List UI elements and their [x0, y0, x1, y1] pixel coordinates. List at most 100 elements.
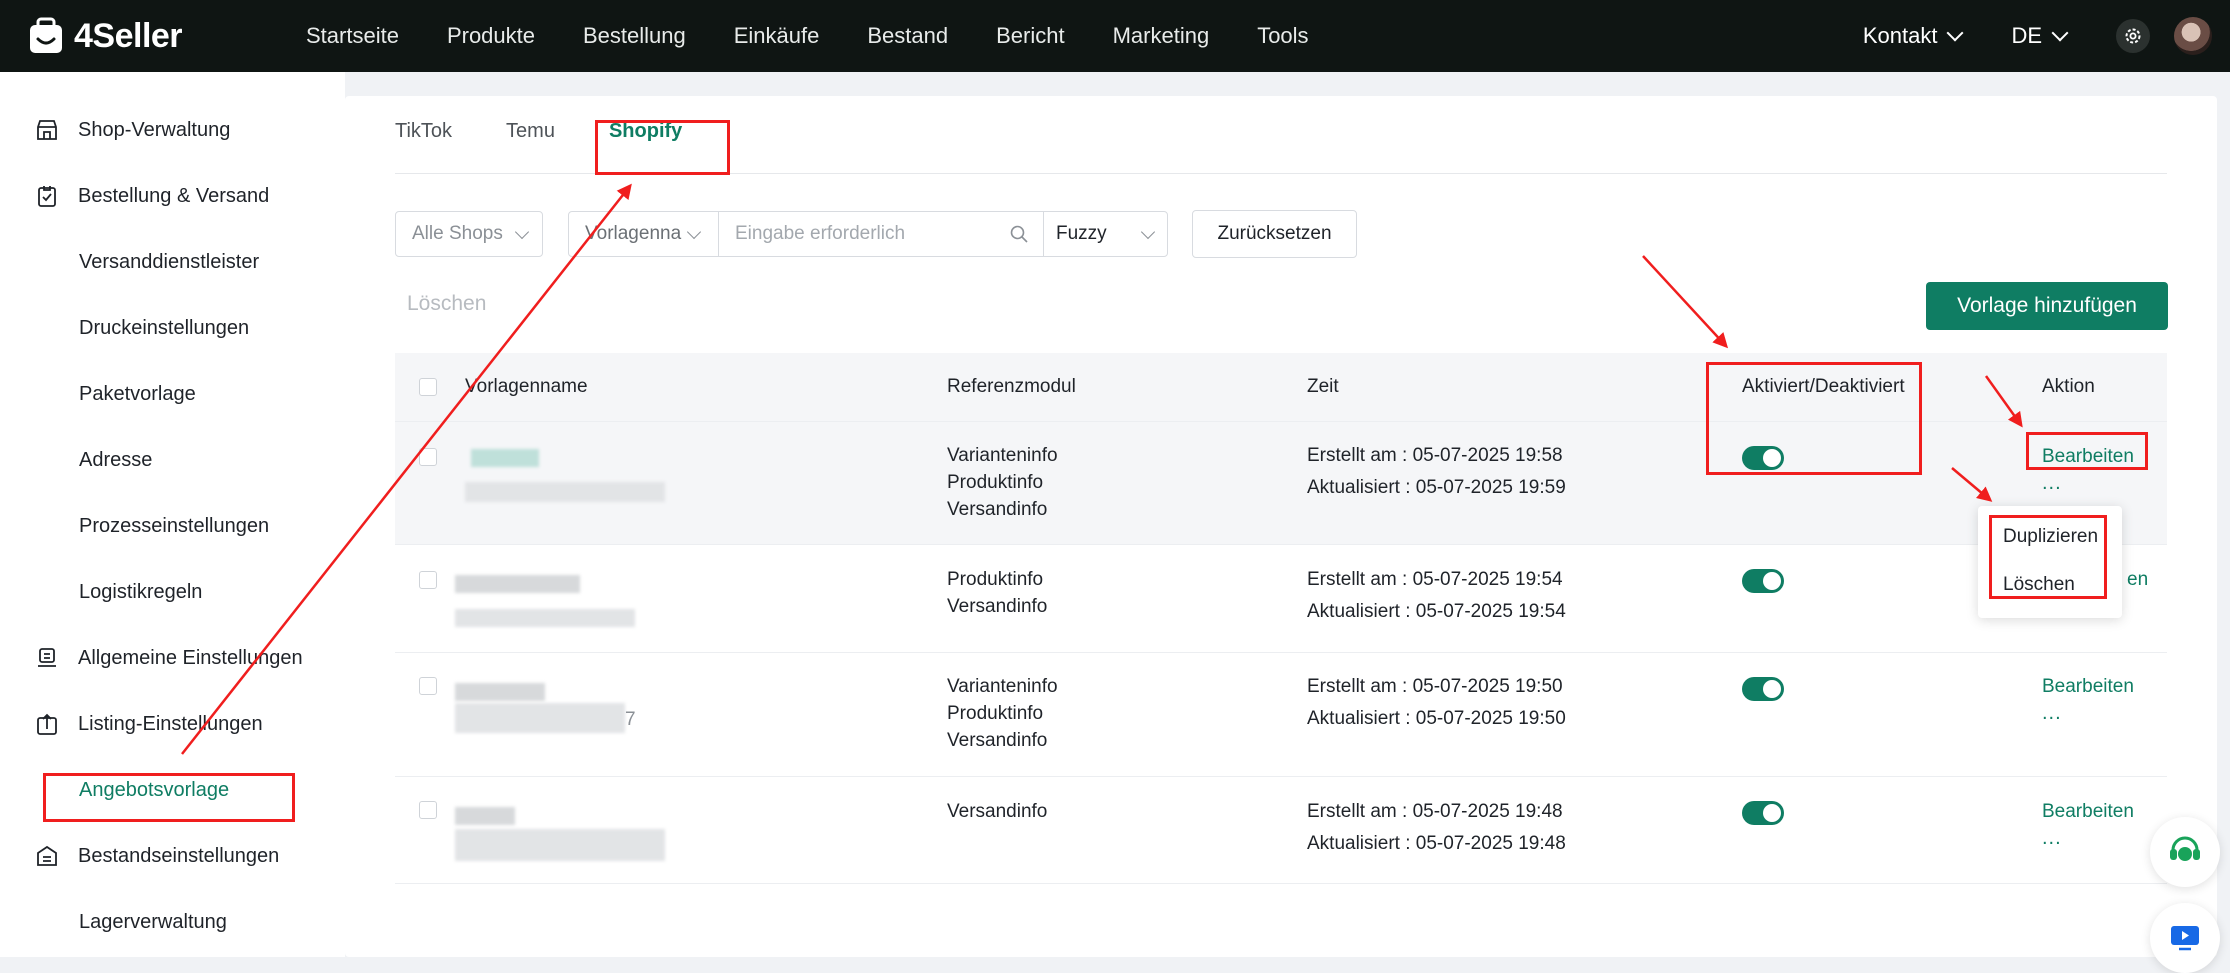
app-logo[interactable]: 4Seller	[28, 14, 183, 58]
status-toggle[interactable]	[1742, 446, 1784, 470]
sidebar-item-label: Bestellung & Versand	[78, 184, 270, 207]
nav-bestand[interactable]: Bestand	[867, 23, 948, 49]
nav-bestellung[interactable]: Bestellung	[583, 23, 686, 49]
sidebar-item-label: Lagerverwaltung	[79, 910, 227, 933]
updated-time: Aktualisiert : 05-07-2025 19:59	[1307, 477, 1566, 498]
module-produktinfo: Produktinfo	[947, 569, 1044, 590]
user-avatar[interactable]	[2174, 17, 2212, 55]
edit-link[interactable]: Bearbeiten	[2042, 801, 2134, 823]
video-tutorial-button[interactable]	[2150, 903, 2220, 973]
gear-icon	[2125, 28, 2141, 44]
sidebar-item-adresse[interactable]: Adresse	[79, 440, 152, 480]
redacted-template-id	[455, 609, 635, 627]
sidebar-item-versanddienstleister[interactable]: Versanddienstleister	[79, 242, 259, 282]
table-header: Vorlagenname Referenzmodul Zeit Aktivier…	[395, 353, 2167, 422]
order-icon	[34, 183, 60, 209]
search-group: Vorlagenna Eingabe erforderlich Fuzzy	[568, 211, 1168, 257]
match-mode-select[interactable]: Fuzzy	[1044, 212, 1167, 256]
sidebar-item-label: Angebotsvorlage	[79, 778, 230, 801]
more-actions-link[interactable]: ...	[2042, 702, 2062, 725]
sidebar-item-label: Listing-Einstellungen	[78, 712, 263, 735]
listing-upload-icon	[34, 711, 60, 737]
redacted-template-name	[455, 575, 580, 593]
edit-link[interactable]: Bearbeiten	[2042, 446, 2134, 468]
sidebar-item-bestandseinstellungen[interactable]: Bestandseinstellungen	[34, 836, 279, 876]
row-checkbox[interactable]	[419, 571, 437, 589]
sidebar-item-listing-einstellungen[interactable]: Listing-Einstellungen	[34, 704, 263, 744]
nav-einkaeufe[interactable]: Einkäufe	[734, 23, 820, 49]
module-produktinfo: Produktinfo	[947, 472, 1044, 493]
table-row: Produktinfo Versandinfo Erstellt am : 05…	[395, 545, 2167, 653]
nav-produkte[interactable]: Produkte	[447, 23, 535, 49]
sidebar-item-label: Paketvorlage	[79, 382, 196, 405]
nav-marketing[interactable]: Marketing	[1113, 23, 1210, 49]
redacted-template-name	[455, 683, 545, 701]
menu-item-delete[interactable]: Löschen	[2003, 574, 2075, 596]
app-name: 4Seller	[74, 16, 183, 55]
row-checkbox[interactable]	[419, 677, 437, 695]
redacted-template-name	[471, 449, 539, 467]
sidebar-item-label: Bestandseinstellungen	[78, 844, 280, 867]
shop-filter-select[interactable]: Alle Shops	[395, 211, 543, 257]
tab-temu[interactable]: Temu	[506, 120, 555, 176]
contact-label: Kontakt	[1862, 23, 1938, 48]
row-checkbox[interactable]	[419, 801, 437, 819]
add-template-button[interactable]: Vorlage hinzufügen	[1926, 282, 2168, 330]
shop-filter-value: Alle Shops	[412, 223, 503, 244]
platform-tabs: TikTok Temu Shopify	[395, 120, 736, 176]
tab-shopify[interactable]: Shopify	[609, 120, 682, 176]
settings-button[interactable]	[2116, 19, 2150, 53]
sidebar-item-prozesseinstellungen[interactable]: Prozesseinstellungen	[79, 506, 269, 546]
search-input[interactable]: Eingabe erforderlich	[719, 212, 1044, 256]
sidebar-item-label: Prozesseinstellungen	[79, 514, 270, 537]
nav-startseite[interactable]: Startseite	[306, 23, 399, 49]
language-dropdown[interactable]: DE	[2011, 23, 2069, 49]
sidebar-item-lagerverwaltung[interactable]: Lagerverwaltung	[79, 902, 227, 942]
redacted-template-id	[465, 482, 665, 502]
sidebar-item-logistikregeln[interactable]: Logistikregeln	[79, 572, 202, 612]
created-time: Erstellt am : 05-07-2025 19:50	[1307, 676, 1563, 697]
sidebar-item-paketvorlage[interactable]: Paketvorlage	[79, 374, 196, 414]
logo-bag-icon	[30, 17, 62, 53]
sidebar-item-shop-verwaltung[interactable]: Shop-Verwaltung	[34, 110, 230, 150]
chevron-down-icon	[2051, 24, 2069, 42]
search-field-select[interactable]: Vorlagenna	[569, 212, 719, 256]
bulk-delete-button[interactable]: Löschen	[407, 292, 486, 316]
edit-link[interactable]: Bearbeiten	[2042, 676, 2134, 698]
sidebar-item-label: Adresse	[79, 448, 153, 471]
status-toggle[interactable]	[1742, 677, 1784, 701]
nav-bericht[interactable]: Bericht	[996, 23, 1064, 49]
status-toggle[interactable]	[1742, 569, 1784, 593]
nav-tools[interactable]: Tools	[1257, 23, 1308, 49]
select-all-checkbox[interactable]	[419, 378, 437, 396]
sidebar-item-allgemeine-einstellungen[interactable]: Allgemeine Einstellungen	[34, 638, 303, 678]
contact-dropdown[interactable]: Kontakt	[1862, 23, 1964, 49]
row-checkbox[interactable]	[419, 448, 437, 466]
sidebar-item-angebotsvorlage[interactable]: Angebotsvorlage	[79, 770, 229, 810]
column-header-modules: Referenzmodul	[947, 376, 1076, 397]
more-actions-link[interactable]: ...	[2042, 472, 2062, 495]
tab-tiktok[interactable]: TikTok	[395, 120, 452, 176]
chat-support-button[interactable]	[2150, 817, 2220, 887]
sidebar-item-druckeinstellungen[interactable]: Druckeinstellungen	[79, 308, 249, 348]
edit-link-partial[interactable]: en	[2127, 569, 2148, 591]
table-row: Versandinfo Erstellt am : 05-07-2025 19:…	[395, 777, 2167, 884]
column-header-status: Aktiviert/Deaktiviert	[1742, 376, 1905, 397]
menu-item-duplicate[interactable]: Duplizieren	[2003, 526, 2098, 548]
video-play-icon	[2171, 926, 2199, 951]
status-toggle[interactable]	[1742, 801, 1784, 825]
created-time: Erstellt am : 05-07-2025 19:54	[1307, 569, 1563, 590]
top-navigation-bar: 4Seller Startseite Produkte Bestellung E…	[0, 0, 2230, 72]
redacted-template-id	[455, 829, 665, 861]
more-actions-link[interactable]: ...	[2042, 827, 2062, 850]
sidebar-item-bestellung-versand[interactable]: Bestellung & Versand	[34, 176, 269, 216]
reset-button[interactable]: Zurücksetzen	[1192, 210, 1357, 258]
module-versandinfo: Versandinfo	[947, 730, 1048, 751]
table-row: Varianteninfo Produktinfo Versandinfo Er…	[395, 422, 2167, 545]
created-time: Erstellt am : 05-07-2025 19:58	[1307, 445, 1563, 466]
chat-support-icon	[2170, 836, 2200, 861]
sidebar-item-label: Allgemeine Einstellungen	[78, 646, 303, 669]
column-header-time: Zeit	[1307, 376, 1339, 397]
template-id-fragment: 7	[625, 709, 636, 730]
module-versandinfo: Versandinfo	[947, 596, 1048, 617]
